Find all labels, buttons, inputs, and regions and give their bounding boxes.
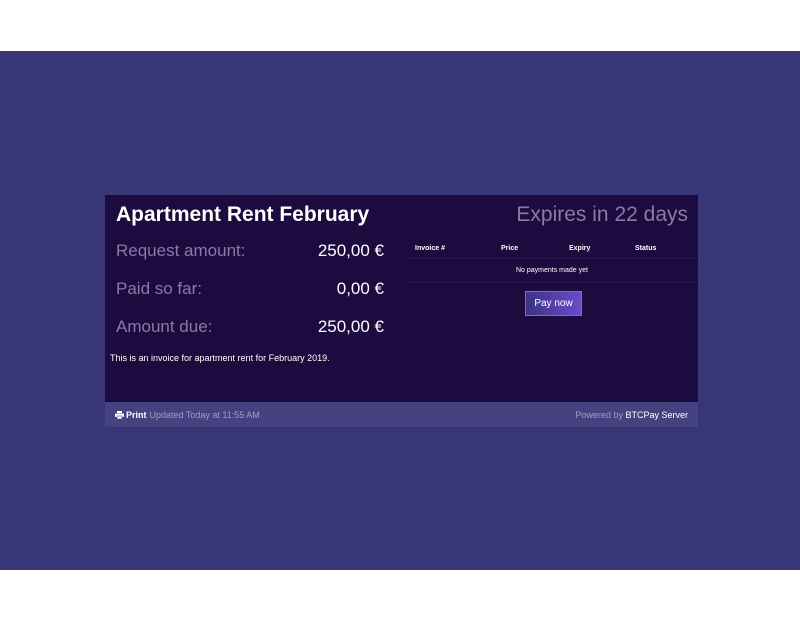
footer-left: Print Updated Today at 11:55 AM — [115, 410, 260, 420]
request-amount-label: Request amount: — [116, 241, 246, 260]
no-payments-row: No payments made yet — [407, 259, 697, 283]
payments-table: Invoice # Price Expiry Status No payment… — [407, 238, 697, 283]
payments-table-header: Invoice # Price Expiry Status — [407, 238, 697, 259]
paid-so-far-value: 0,00 € — [336, 279, 384, 298]
page-title: Apartment Rent February — [116, 203, 370, 226]
powered-by: Powered by BTCPay Server — [575, 410, 688, 420]
header-expiry: Expiry — [569, 244, 591, 252]
paid-so-far-label: Paid so far: — [116, 279, 202, 298]
card-footer: Print Updated Today at 11:55 AM Powered … — [105, 402, 698, 427]
pay-now-button[interactable]: Pay now — [525, 291, 582, 316]
paid-so-far-row: Paid so far: 0,00 € — [116, 279, 384, 299]
expiry-notice: Expires in 22 days — [516, 203, 688, 226]
page-background: Apartment Rent February Expires in 22 da… — [0, 51, 800, 570]
header-invoice-number: Invoice # — [415, 244, 445, 252]
payment-request-card: Apartment Rent February Expires in 22 da… — [105, 195, 698, 427]
header-price: Price — [501, 244, 519, 252]
request-amount-value: 250,00 € — [317, 241, 384, 260]
invoice-description: This is an invoice for apartment rent fo… — [110, 353, 330, 363]
print-label: Print — [126, 409, 147, 420]
amount-due-row: Amount due: 250,00 € — [116, 317, 384, 337]
printer-icon — [115, 410, 124, 419]
header-status: Status — [635, 244, 657, 252]
print-link[interactable]: Print — [115, 410, 147, 420]
powered-by-prefix: Powered by — [575, 409, 623, 420]
last-updated-text: Updated Today at 11:55 AM — [149, 409, 260, 420]
btcpay-brand-link[interactable]: BTCPay Server — [625, 410, 688, 420]
amount-due-label: Amount due: — [116, 317, 213, 336]
amount-due-value: 250,00 € — [317, 317, 384, 336]
request-amount-row: Request amount: 250,00 € — [116, 241, 384, 261]
